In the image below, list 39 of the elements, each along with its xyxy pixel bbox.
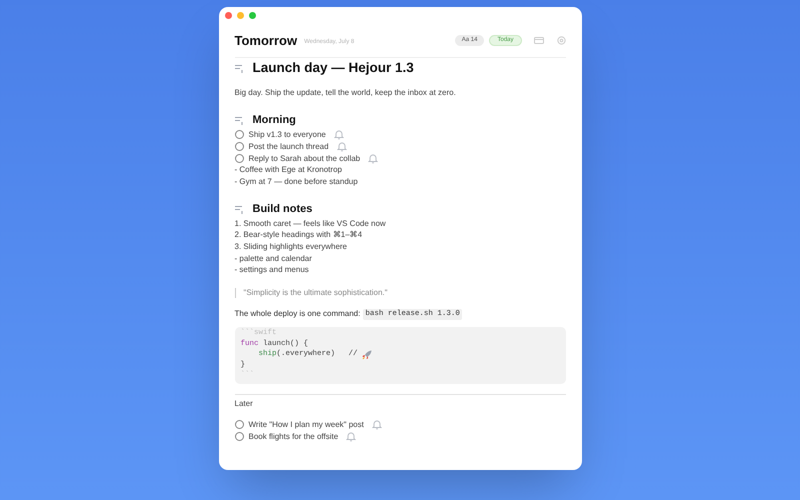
section-heading: Morning <box>252 112 296 128</box>
quote-text: "Simplicity is the ultimate sophistication." <box>244 287 388 300</box>
heading-icon[interactable] <box>234 204 244 214</box>
task-checkbox[interactable] <box>234 420 244 430</box>
list-line: - Gym at 7 — done before standup <box>234 176 358 188</box>
bell-icon[interactable] <box>346 431 356 442</box>
bell-icon[interactable] <box>372 419 382 430</box>
settings-icon[interactable] <box>556 36 566 46</box>
task-text: Write "How I plan my week" post <box>248 418 364 431</box>
zoom-button[interactable] <box>248 12 256 19</box>
list-line: - settings and menus <box>234 264 309 276</box>
calendar-icon[interactable] <box>534 37 544 44</box>
section-label: Later <box>234 398 253 410</box>
heading-icon[interactable] <box>234 116 244 124</box>
paragraph: Big day. Ship the update, tell the world, keep the inbox at zero. <box>234 86 456 98</box>
document-title: Launch day — Hejour 1.3 <box>252 59 414 78</box>
task-text: Ship v1.3 to everyone <box>248 128 326 140</box>
minimize-button[interactable] <box>236 12 244 19</box>
heading-icon[interactable] <box>234 64 244 73</box>
task-checkbox[interactable] <box>234 130 244 139</box>
paragraph: The whole deploy is one command: <box>234 308 360 320</box>
list-line: 1. Smooth caret — feels like VS Code now <box>234 218 386 230</box>
list-line: - palette and calendar <box>234 252 312 265</box>
window-title: Tomorrow <box>234 32 298 50</box>
bell-icon[interactable] <box>336 141 347 152</box>
task-checkbox[interactable] <box>234 142 244 151</box>
rocket-icon <box>362 350 372 360</box>
list-line: 3. Sliding highlights everywhere <box>234 241 348 254</box>
task-text: Reply to Sarah about the collab <box>248 152 360 164</box>
task-text: Book flights for the offsite <box>248 430 338 443</box>
bell-icon[interactable] <box>334 129 344 140</box>
task-text: Post the launch thread <box>248 140 329 152</box>
task-checkbox[interactable] <box>234 154 244 163</box>
list-line: 2. Bear-style headings with ⌘1–⌘4 <box>234 229 362 242</box>
list-line: - Coffee with Ege at Kronotrop <box>234 164 342 176</box>
bell-icon[interactable] <box>368 153 378 164</box>
section-heading: Build notes <box>252 202 312 218</box>
task-checkbox[interactable] <box>234 432 244 442</box>
close-button[interactable] <box>224 12 232 19</box>
